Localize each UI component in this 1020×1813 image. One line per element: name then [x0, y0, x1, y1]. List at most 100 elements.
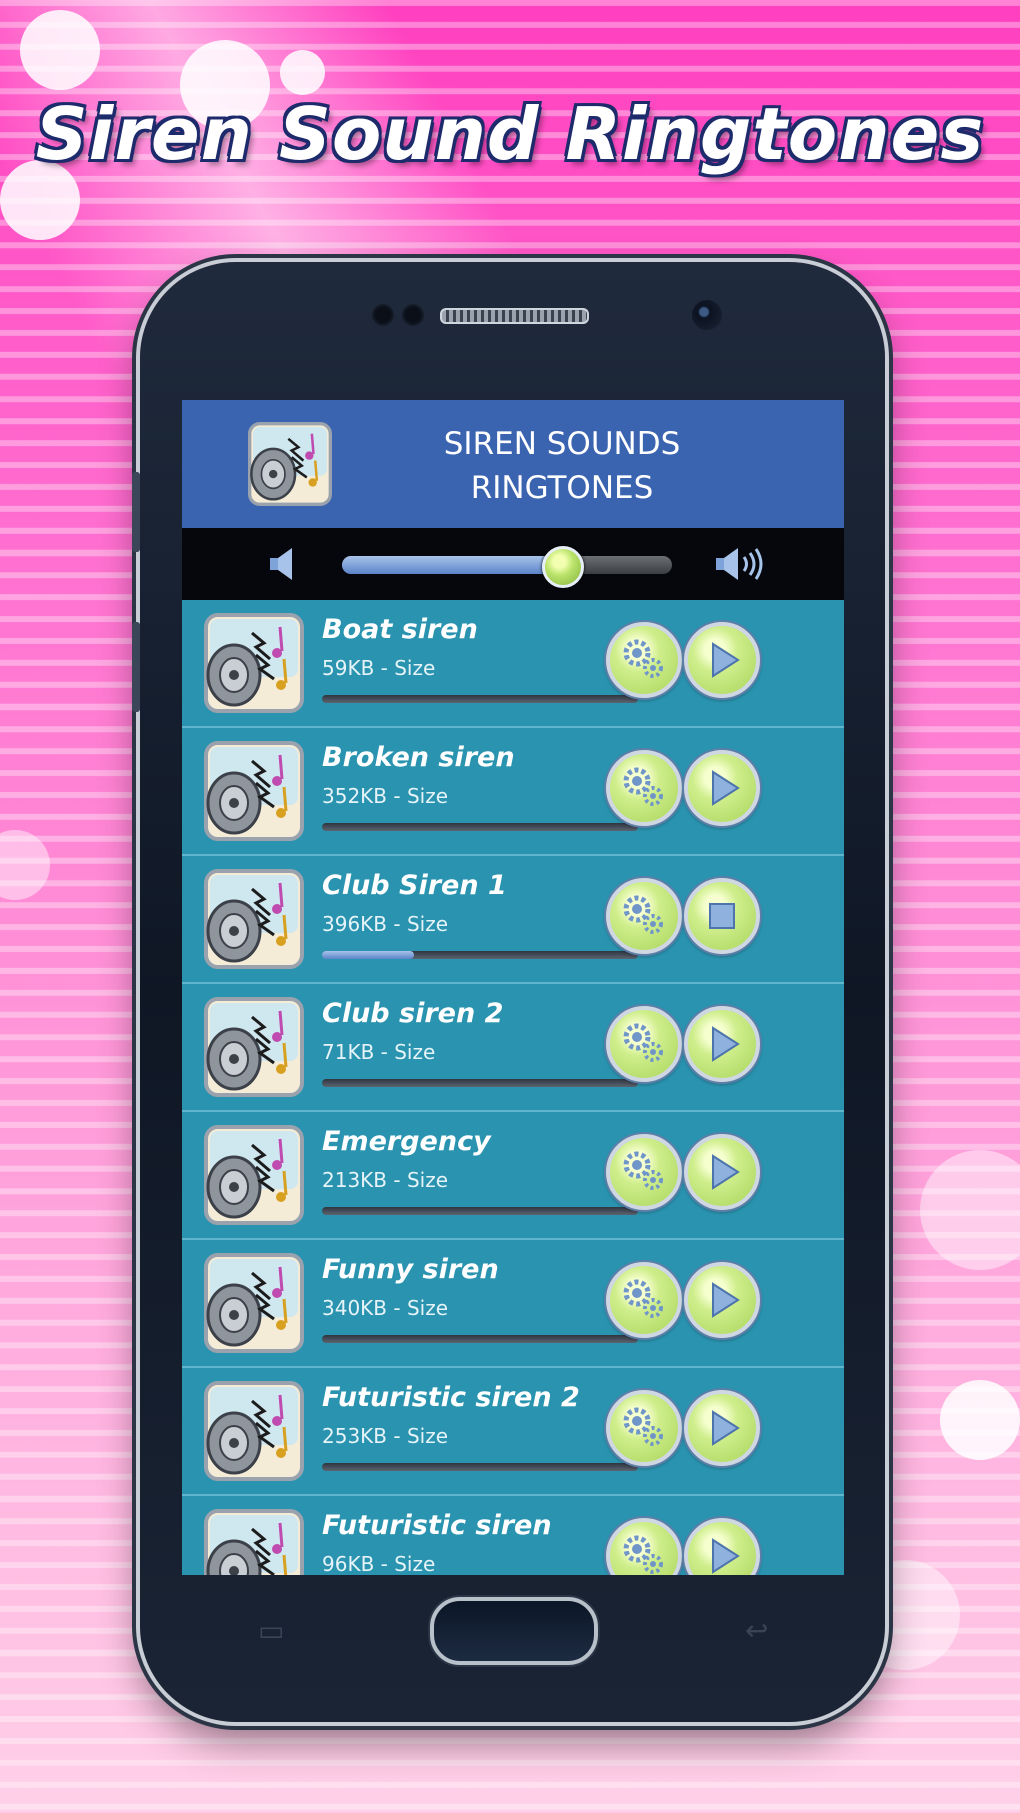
play-icon [712, 1538, 740, 1574]
play-icon [712, 1154, 740, 1190]
phone-sensor [402, 304, 424, 326]
ringtone-play-button[interactable] [684, 750, 760, 826]
phone-front-camera [692, 300, 722, 330]
back-icon[interactable]: ↩ [745, 1614, 768, 1647]
play-icon [712, 770, 740, 806]
phone-side-button [132, 622, 140, 712]
ringtone-progress[interactable] [322, 695, 638, 703]
ringtone-name: Boat siren [322, 614, 478, 645]
speaker-siren-icon [204, 1509, 304, 1575]
speaker-siren-icon [204, 997, 304, 1097]
ringtone-settings-button[interactable] [606, 1518, 682, 1575]
gears-icon [623, 1407, 663, 1446]
app-screen: SIREN SOUNDS RINGTONES Boat siren 59KB -… [182, 400, 844, 1575]
ringtone-name: Emergency [322, 1126, 491, 1157]
speaker-siren-icon [204, 1253, 304, 1353]
ringtone-name: Club Siren 1 [322, 870, 507, 901]
play-icon [712, 1410, 740, 1446]
ringtone-size: 253KB - Size [322, 1424, 448, 1448]
ringtone-size: 396KB - Size [322, 912, 448, 936]
app-title-line: RINGTONES [470, 470, 654, 506]
play-icon [712, 1282, 740, 1318]
promo-headline: Siren Sound Ringtones [35, 92, 985, 176]
gears-icon [623, 895, 663, 934]
ringtone-size: 213KB - Size [322, 1168, 448, 1192]
gears-icon [623, 639, 663, 678]
ringtone-progress[interactable] [322, 1079, 638, 1087]
volume-slider-fill [342, 556, 560, 574]
ringtone-progress[interactable] [322, 1207, 638, 1215]
app-title-line: SIREN SOUNDS [443, 426, 681, 462]
ringtone-settings-button[interactable] [606, 1006, 682, 1082]
ringtone-name: Futuristic siren [322, 1510, 552, 1541]
ringtone-row[interactable]: Emergency 213KB - Size [182, 1112, 844, 1240]
ringtone-row[interactable]: Club siren 2 71KB - Size [182, 984, 844, 1112]
ringtone-play-button[interactable] [684, 1006, 760, 1082]
ringtone-settings-button[interactable] [606, 622, 682, 698]
speaker-siren-icon [204, 1125, 304, 1225]
ringtone-row[interactable]: Funny siren 340KB - Size [182, 1240, 844, 1368]
ringtone-play-button[interactable] [684, 1390, 760, 1466]
ringtone-size: 352KB - Size [322, 784, 448, 808]
stop-icon [709, 903, 735, 929]
ringtone-name: Futuristic siren 2 [322, 1382, 580, 1413]
ringtone-row[interactable]: Boat siren 59KB - Size [182, 600, 844, 728]
ringtone-row[interactable]: Futuristic siren 96KB - Size [182, 1496, 844, 1575]
volume-bar [182, 528, 844, 600]
bokeh-light [920, 1150, 1020, 1270]
ringtone-size: 59KB - Size [322, 656, 436, 680]
speaker-siren-icon [204, 741, 304, 841]
ringtone-play-button[interactable] [684, 1518, 760, 1575]
ringtone-row[interactable]: Club Siren 1 396KB - Size [182, 856, 844, 984]
recent-apps-icon[interactable]: ▭ [258, 1614, 284, 1647]
phone-side-button [132, 472, 140, 552]
speaker-siren-icon [204, 613, 304, 713]
bokeh-light [0, 830, 50, 900]
home-button[interactable] [430, 1597, 598, 1665]
ringtone-row[interactable]: Broken siren 352KB - Size [182, 728, 844, 856]
ringtone-settings-button[interactable] [606, 1134, 682, 1210]
gears-icon [623, 1023, 663, 1062]
bokeh-light [280, 50, 325, 95]
ringtone-progress[interactable] [322, 1463, 638, 1471]
ringtone-name: Broken siren [322, 742, 515, 773]
ringtone-name: Funny siren [322, 1254, 499, 1285]
ringtone-progress-fill [322, 951, 414, 959]
ringtone-settings-button[interactable] [606, 1390, 682, 1466]
speaker-siren-icon [204, 869, 304, 969]
app-header: SIREN SOUNDS RINGTONES [182, 400, 844, 528]
ringtone-play-button[interactable] [684, 1262, 760, 1338]
ringtone-name: Club siren 2 [322, 998, 504, 1029]
gears-icon [623, 1151, 663, 1190]
play-icon [712, 642, 740, 678]
bokeh-light [940, 1380, 1020, 1460]
gears-icon [623, 1535, 663, 1574]
gears-icon [623, 1279, 663, 1318]
phone-frame: SIREN SOUNDS RINGTONES Boat siren 59KB -… [132, 262, 885, 1722]
volume-low-icon[interactable] [264, 546, 304, 582]
volume-slider[interactable] [342, 546, 672, 588]
ringtone-stop-button[interactable] [684, 878, 760, 954]
ringtone-size: 71KB - Size [322, 1040, 436, 1064]
play-icon [712, 1026, 740, 1062]
ringtone-progress[interactable] [322, 951, 638, 959]
speaker-siren-icon [248, 420, 332, 508]
phone-sensor [372, 304, 394, 326]
volume-high-icon[interactable] [714, 546, 766, 582]
ringtone-progress[interactable] [322, 1335, 638, 1343]
ringtone-row[interactable]: Futuristic siren 2 253KB - Size [182, 1368, 844, 1496]
gears-icon [623, 767, 663, 806]
phone-earpiece [440, 308, 589, 324]
ringtone-size: 96KB - Size [322, 1552, 436, 1575]
app-title: SIREN SOUNDS RINGTONES [412, 422, 712, 510]
bokeh-light [20, 10, 100, 90]
ringtone-size: 340KB - Size [322, 1296, 448, 1320]
ringtone-play-button[interactable] [684, 622, 760, 698]
ringtone-settings-button[interactable] [606, 1262, 682, 1338]
ringtone-list: Boat siren 59KB - Size Broken siren 352K… [182, 600, 844, 1575]
volume-slider-thumb[interactable] [542, 546, 584, 588]
ringtone-progress[interactable] [322, 823, 638, 831]
ringtone-settings-button[interactable] [606, 878, 682, 954]
ringtone-play-button[interactable] [684, 1134, 760, 1210]
ringtone-settings-button[interactable] [606, 750, 682, 826]
